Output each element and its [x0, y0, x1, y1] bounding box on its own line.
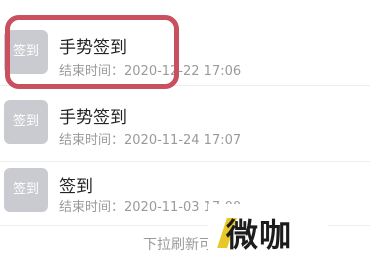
record-title: 手势签到: [59, 38, 127, 58]
record-end-time: 结束时间：2020-12-22 17:06: [59, 64, 242, 79]
watermark-text: 微咖: [226, 216, 293, 254]
sign-in-icon: 签到: [4, 168, 48, 212]
sign-in-icon: 签到: [4, 30, 48, 74]
list-item[interactable]: 签到 手势签到 结束时间：2020-11-24 17:07: [0, 82, 370, 162]
record-title: 手势签到: [59, 108, 127, 128]
record-end-time: 结束时间：2020-11-24 17:07: [59, 133, 242, 148]
record-title: 签到: [59, 177, 93, 197]
list-item[interactable]: 签到 手势签到 结束时间：2020-12-22 17:06: [0, 0, 370, 86]
sign-in-icon: 签到: [4, 100, 48, 144]
watermark-logo: 微咖: [208, 204, 328, 260]
